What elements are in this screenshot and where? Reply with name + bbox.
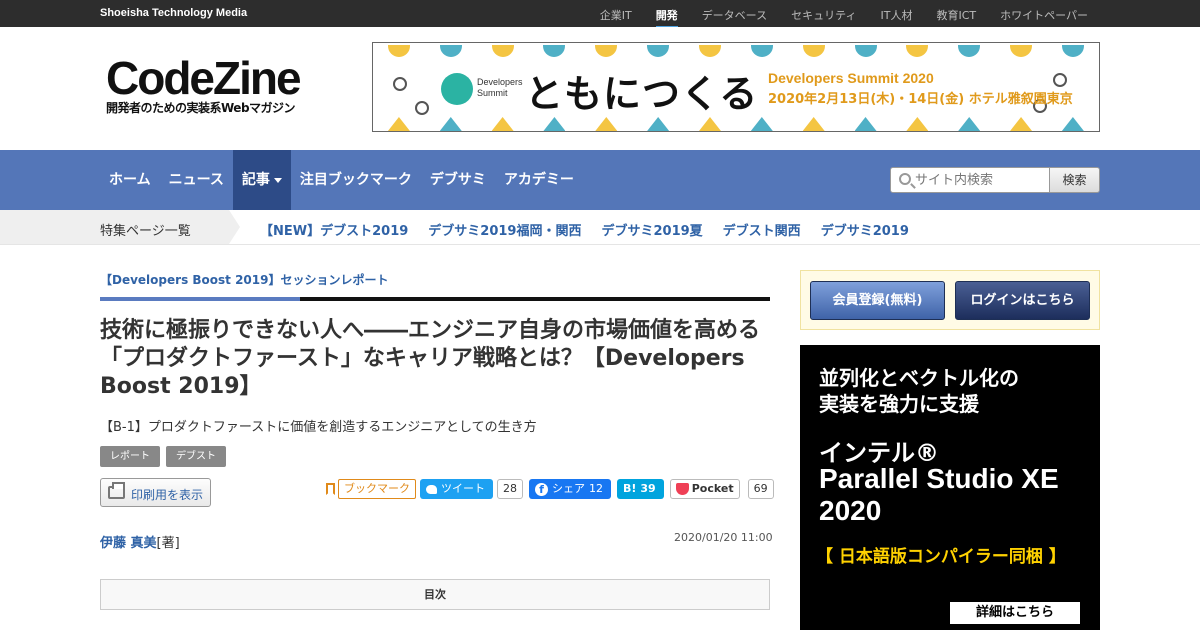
banner-event-dates: 2020年2月13日(木)・14日(金) ホテル雅叙園東京 bbox=[768, 92, 1073, 107]
logo-wordmark: CodeZine bbox=[106, 52, 302, 104]
bookmark-icon bbox=[326, 483, 335, 495]
ad-cta-button[interactable]: 詳細はこちら bbox=[950, 602, 1080, 624]
intel-ad[interactable]: 並列化とベクトル化の 実装を強力に支援 インテル® Parallel Studi… bbox=[800, 345, 1100, 630]
feature-link-devboost2019[interactable]: 【NEW】デブスト2019 bbox=[260, 220, 408, 239]
print-view-label: 印刷用を表示 bbox=[131, 488, 204, 502]
feature-nav: 特集ページ一覧 【NEW】デブスト2019 デブサミ2019福岡・関西 デブサミ… bbox=[0, 210, 1200, 245]
devsumi-logo-icon bbox=[441, 73, 473, 105]
pocket-label: Pocket bbox=[691, 482, 734, 495]
article-subtitle: 【B-1】プロダクトファーストに価値を創造するエンジニアとしての生き方 bbox=[100, 420, 537, 435]
feature-link-devsumi2019[interactable]: デブサミ2019 bbox=[821, 220, 909, 239]
feature-pages-link[interactable]: 特集ページ一覧 bbox=[100, 220, 191, 239]
pocket-button[interactable]: Pocket bbox=[669, 479, 740, 499]
site-logo[interactable]: CodeZine 開発者のための実装系Webマガジン bbox=[106, 52, 302, 116]
search-input[interactable] bbox=[915, 171, 1045, 189]
banner-event-name: Developers Summit 2020 bbox=[768, 70, 934, 86]
facebook-share-count: 12 bbox=[589, 482, 603, 495]
tweet-count: 28 bbox=[497, 479, 523, 499]
banner-doodle-icon bbox=[1053, 73, 1067, 87]
article-tags: レポート デブスト bbox=[100, 446, 226, 467]
author-role: [著] bbox=[156, 536, 180, 551]
topnav-item-enterprise[interactable]: 企業IT bbox=[600, 7, 632, 28]
tweet-label: ツイート bbox=[441, 482, 485, 495]
logo-tagline: 開発者のための実装系Webマガジン bbox=[106, 101, 296, 115]
site-header: CodeZine 開発者のための実装系Webマガジン Developers Su… bbox=[0, 27, 1200, 150]
article-divider bbox=[100, 297, 770, 301]
table-of-contents[interactable]: 目次 bbox=[100, 579, 770, 610]
login-button[interactable]: ログインはこちら bbox=[955, 281, 1090, 320]
bookmark-button[interactable]: ブックマーク bbox=[326, 479, 416, 499]
print-view-button[interactable]: 印刷用を表示 bbox=[100, 478, 211, 507]
topnav-item-it-talent[interactable]: IT人材 bbox=[880, 7, 912, 28]
search-icon bbox=[899, 173, 911, 185]
ad-copy-lines: 並列化とベクトル化の 実装を強力に支援 bbox=[819, 366, 1019, 416]
main-nav: ホーム ニュース 記事 注目ブックマーク デブサミ アカデミー 検索 bbox=[0, 150, 1200, 210]
article-byline: 伊藤 真美[著] bbox=[100, 532, 180, 551]
nav-item-news[interactable]: ニュース bbox=[160, 150, 233, 210]
facebook-share-button[interactable]: f シェア 12 bbox=[529, 479, 611, 499]
topnav-item-database[interactable]: データベース bbox=[702, 7, 767, 28]
top-nav: 企業IT 開発 データベース セキュリティ IT人材 教育ICT ホワイトペーパ… bbox=[600, 7, 1088, 28]
share-bar: ブックマーク ツイート 28 f シェア 12 B! 39 Pocket 69 bbox=[326, 479, 774, 499]
tag-report[interactable]: レポート bbox=[100, 446, 160, 467]
banner-decoration-bottom bbox=[373, 113, 1099, 131]
top-bar: Shoeisha Technology Media 企業IT 開発 データベース… bbox=[0, 0, 1200, 28]
publish-date: 2020/01/20 11:00 bbox=[674, 531, 773, 544]
site-search: 検索 bbox=[890, 167, 1100, 193]
search-button[interactable]: 検索 bbox=[1050, 167, 1100, 193]
feature-link-devboost-kansai[interactable]: デブスト関西 bbox=[723, 220, 801, 239]
nav-item-academy[interactable]: アカデミー bbox=[495, 150, 583, 210]
bookmark-label: ブックマーク bbox=[338, 479, 416, 499]
banner-headline: ともにつくる bbox=[525, 72, 759, 116]
devsumi-banner[interactable]: Developers Summit ともにつくる Developers Summ… bbox=[372, 42, 1100, 132]
devsumi-logo-text: Developers Summit bbox=[477, 77, 523, 98]
tweet-button[interactable]: ツイート bbox=[420, 479, 493, 499]
caret-down-icon bbox=[273, 177, 282, 183]
hatena-bookmark-button[interactable]: B! 39 bbox=[617, 479, 664, 499]
search-field-wrap bbox=[890, 167, 1050, 193]
article-title: 技術に極振りできない人へ――エンジニア自身の市場価値を高める「プロダクトファース… bbox=[100, 318, 761, 399]
article-category[interactable]: 【Developers Boost 2019】セッションレポート bbox=[100, 271, 388, 288]
twitter-bird-icon bbox=[426, 484, 437, 494]
banner-decoration-top bbox=[373, 43, 1099, 59]
hatena-icon: B! bbox=[623, 482, 637, 495]
ad-highlight: 【 日本語版コンパイラー同梱 】 bbox=[816, 547, 1066, 567]
feature-link-devsumi-summer[interactable]: デブサミ2019夏 bbox=[601, 220, 702, 239]
topnav-item-whitepaper[interactable]: ホワイトペーパー bbox=[1000, 7, 1088, 28]
author-link[interactable]: 伊藤 真美 bbox=[100, 536, 157, 551]
facebook-icon: f bbox=[535, 482, 548, 496]
printer-icon bbox=[108, 482, 125, 499]
nav-item-articles-label: 記事 bbox=[241, 172, 270, 188]
publisher-brand[interactable]: Shoeisha Technology Media bbox=[100, 7, 247, 19]
topnav-item-dev[interactable]: 開発 bbox=[655, 7, 678, 28]
member-box: 会員登録(無料) ログインはこちら bbox=[800, 270, 1100, 330]
nav-item-devsumi[interactable]: デブサミ bbox=[421, 150, 495, 210]
tag-devboost[interactable]: デブスト bbox=[166, 446, 226, 467]
register-button[interactable]: 会員登録(無料) bbox=[810, 281, 945, 320]
feature-link-devsumi-fukuoka-kansai[interactable]: デブサミ2019福岡・関西 bbox=[428, 220, 581, 239]
pocket-icon bbox=[675, 483, 689, 495]
nav-item-bookmarks[interactable]: 注目ブックマーク bbox=[291, 150, 421, 210]
hatena-count: 39 bbox=[640, 482, 656, 495]
nav-item-articles[interactable]: 記事 bbox=[232, 150, 291, 210]
nav-item-home[interactable]: ホーム bbox=[100, 150, 160, 210]
topnav-item-security[interactable]: セキュリティ bbox=[791, 7, 856, 28]
pocket-count: 69 bbox=[747, 479, 774, 499]
ad-product-name: Parallel Studio XE 2020 bbox=[819, 463, 1059, 526]
topnav-item-edu-ict[interactable]: 教育ICT bbox=[936, 7, 976, 28]
banner-doodle-icon bbox=[393, 77, 407, 91]
facebook-share-label: シェア bbox=[552, 482, 585, 495]
feature-links: 【NEW】デブスト2019 デブサミ2019福岡・関西 デブサミ2019夏 デブ… bbox=[260, 220, 909, 239]
